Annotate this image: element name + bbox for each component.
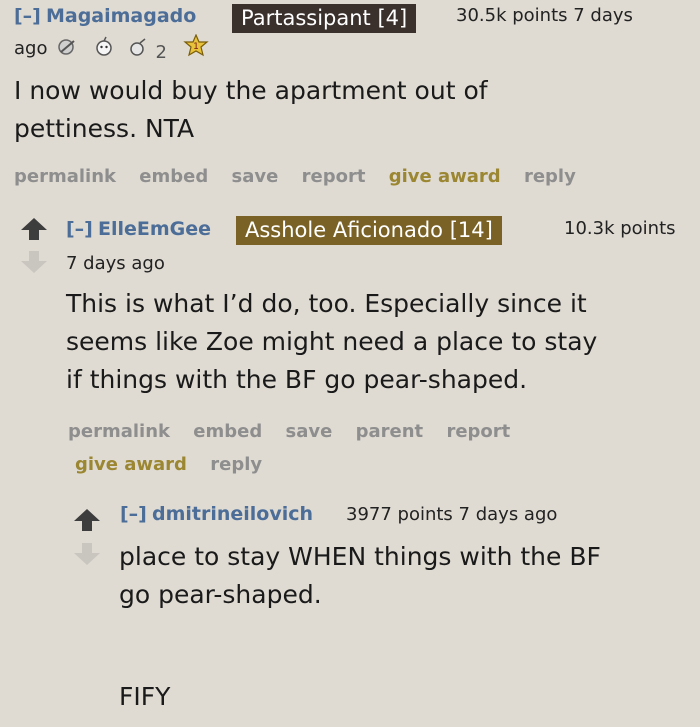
comment-actions-row2: give award reply [75, 454, 279, 475]
body-line-fify: FIFY [119, 682, 171, 711]
collapse-toggle[interactable]: [–] [14, 5, 41, 27]
user-flair: Partassipant [4] [232, 4, 417, 33]
body-line: I now would buy the apartment out of [14, 76, 488, 105]
author-link[interactable]: Magaimagado [46, 5, 196, 27]
author-link[interactable]: dmitrineilovich [152, 503, 313, 525]
body-line: place to stay WHEN things with the BF [119, 542, 601, 571]
embed-link[interactable]: embed [193, 421, 262, 442]
points-time: 30.5k points 7 days [456, 5, 633, 26]
permalink-link[interactable]: permalink [68, 421, 170, 442]
reply-link[interactable]: reply [210, 454, 262, 475]
reply-link[interactable]: reply [524, 166, 576, 187]
author-link[interactable]: ElleEmGee [98, 218, 211, 240]
comment-body: I now would buy the apartment out of pet… [14, 72, 488, 148]
comment-body: place to stay WHEN things with the BF go… [119, 538, 601, 614]
parent-link[interactable]: parent [356, 421, 424, 442]
downvote-icon[interactable] [73, 542, 101, 570]
time-continuation: ago [14, 38, 48, 59]
time: 7 days ago [66, 253, 165, 274]
award-count: 2 [155, 42, 167, 63]
award-icon-2[interactable] [92, 36, 116, 63]
embed-link[interactable]: embed [139, 166, 208, 187]
permalink-link[interactable]: permalink [14, 166, 116, 187]
collapse-toggle[interactable]: [–] [120, 503, 147, 525]
report-link[interactable]: report [302, 166, 366, 187]
body-line: seems like Zoe might need a place to sta… [66, 327, 598, 356]
report-link[interactable]: report [446, 421, 510, 442]
body-line: This is what I’d do, too. Especially sin… [66, 289, 587, 318]
body-line: go pear-shaped. [119, 580, 322, 609]
downvote-icon[interactable] [20, 250, 48, 278]
give-award-link[interactable]: give award [389, 166, 501, 187]
comment-header: [–] dmitrineilovich [120, 503, 313, 525]
give-award-link[interactable]: give award [75, 454, 187, 475]
comment-header: [–] Magaimagado [14, 5, 196, 27]
comment-header: [–] ElleEmGee [66, 218, 211, 240]
collapse-toggle[interactable]: [–] [66, 218, 93, 240]
award-icon-4[interactable]: 1 [182, 33, 209, 63]
award-icon-3[interactable] [127, 36, 149, 63]
comment-actions: permalink embed save report give award r… [14, 166, 593, 187]
points: 10.3k points [564, 218, 676, 239]
upvote-icon[interactable] [73, 508, 101, 536]
save-link[interactable]: save [286, 421, 333, 442]
awards-row: 2 1 [56, 33, 215, 63]
upvote-icon[interactable] [20, 217, 48, 245]
comment-actions: permalink embed save parent report [68, 421, 527, 442]
comment-body: This is what I’d do, too. Especially sin… [66, 285, 597, 399]
user-flair: Asshole Aficionado [14] [236, 216, 502, 245]
award-icon-1[interactable] [56, 36, 80, 63]
body-line: if things with the BF go pear-shaped. [66, 365, 528, 394]
save-link[interactable]: save [232, 166, 279, 187]
points-time: 3977 points 7 days ago [346, 504, 558, 525]
svg-text:1: 1 [193, 42, 199, 52]
body-line: pettiness. NTA [14, 114, 195, 143]
